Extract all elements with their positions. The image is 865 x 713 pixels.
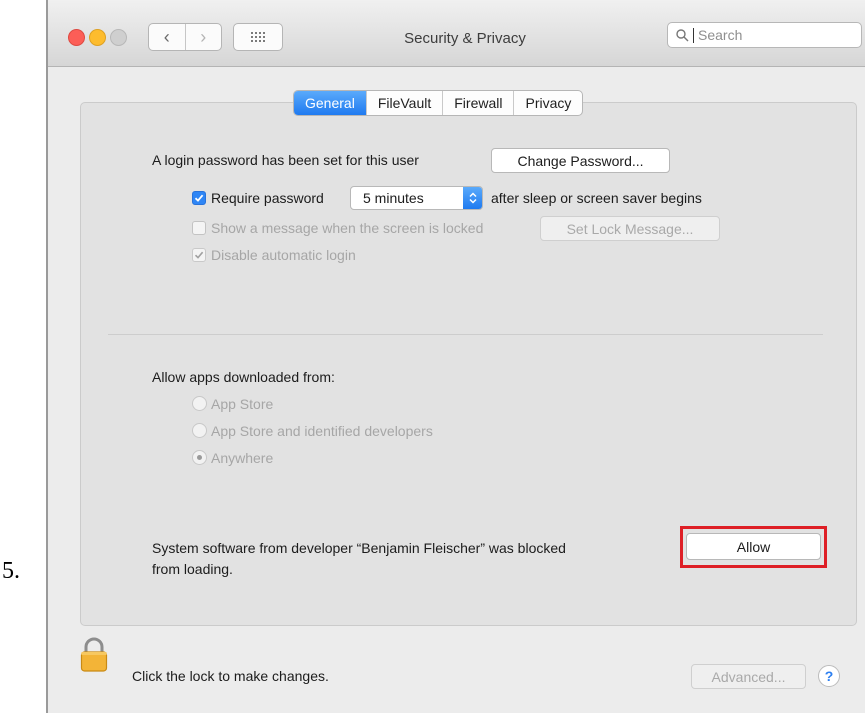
window-title: Security & Privacy [404,30,526,47]
lock-message: Click the lock to make changes. [132,668,329,684]
change-password-button[interactable]: Change Password... [491,148,670,173]
radio-anywhere-label: Anywhere [211,450,274,466]
close-window-button[interactable] [68,29,85,46]
stepper-arrows-icon [463,187,482,209]
radio-app-store-label: App Store [211,396,274,412]
disable-auto-login-checkbox[interactable] [192,248,206,262]
tab-privacy[interactable]: Privacy [513,91,582,115]
security-privacy-window: ‹ › Security & Privacy General F [46,0,865,713]
text-cursor [693,27,694,43]
radio-selected-dot [197,455,202,460]
show-message-label: Show a message when the screen is locked [211,220,484,236]
show-message-checkbox[interactable] [192,221,206,235]
after-sleep-text: after sleep or screen saver begins [491,190,702,206]
lock-icon[interactable] [80,637,108,678]
tab-filevault[interactable]: FileVault [365,91,442,115]
section-divider [108,334,823,335]
show-all-button[interactable] [233,23,283,51]
tab-firewall[interactable]: Firewall [442,91,513,115]
step-number: 5. [2,558,20,584]
blocked-software-text-line2: from loading. [152,561,233,577]
search-input[interactable] [698,27,848,43]
require-password-label: Require password [211,190,324,206]
chevron-right-icon: › [200,26,207,47]
allow-apps-heading: Allow apps downloaded from: [152,369,335,385]
set-lock-message-button[interactable]: Set Lock Message... [540,216,720,241]
blocked-software-text-line1: System software from developer “Benjamin… [152,540,566,556]
search-field[interactable] [667,22,862,48]
tab-bar: General FileVault Firewall Privacy [293,90,584,116]
forward-button[interactable]: › [184,24,222,50]
checkmark-icon [194,251,204,259]
zoom-window-button[interactable] [110,29,127,46]
minimize-window-button[interactable] [89,29,106,46]
grid-icon [251,32,265,42]
require-password-checkbox[interactable] [192,191,206,205]
tab-general[interactable]: General [294,91,366,115]
radio-anywhere[interactable] [192,450,207,465]
checkmark-icon [194,194,204,202]
radio-identified-developers[interactable] [192,423,207,438]
back-forward-control: ‹ › [148,23,222,51]
allow-button[interactable]: Allow [686,533,821,560]
require-password-interval-select[interactable]: 5 minutes [350,186,483,210]
interval-value: 5 minutes [363,190,424,206]
title-bar: ‹ › Security & Privacy [48,0,865,67]
help-icon: ? [824,668,834,684]
radio-app-store[interactable] [192,396,207,411]
disable-auto-login-label: Disable automatic login [211,247,356,263]
radio-identified-developers-label: App Store and identified developers [211,423,433,439]
advanced-button[interactable]: Advanced... [691,664,806,689]
login-password-text: A login password has been set for this u… [152,152,419,168]
chevron-left-icon: ‹ [163,26,170,47]
search-icon [676,28,689,41]
help-button[interactable]: ? [818,665,840,687]
back-button[interactable]: ‹ [149,24,185,50]
